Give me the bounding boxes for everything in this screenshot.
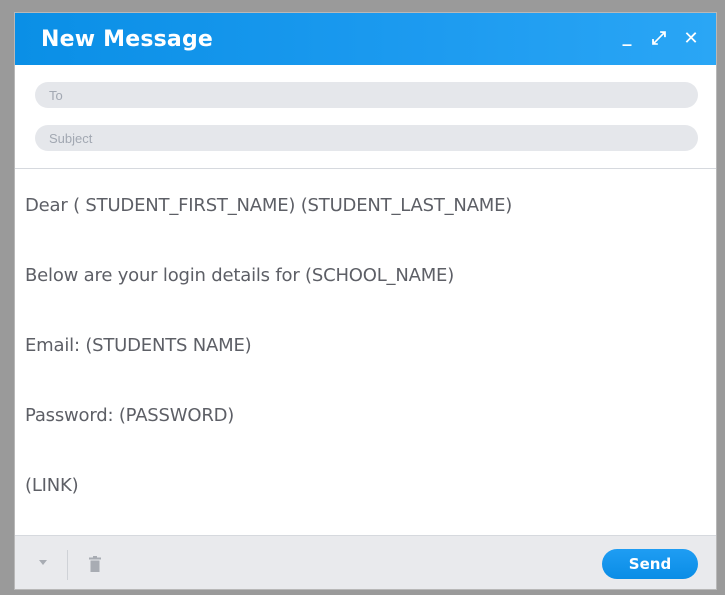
body-line-intro: Below are your login details for (SCHOOL… (25, 265, 455, 286)
title-bar: New Message _ ⤢ ✕ (15, 13, 716, 65)
body-line-password: Password: (PASSWORD) (25, 405, 235, 426)
compose-footer: Send (15, 535, 716, 589)
chevron-down-icon[interactable] (39, 560, 47, 565)
message-body[interactable]: Dear ( STUDENT_FIRST_NAME) (STUDENT_LAST… (15, 170, 716, 535)
footer-divider (67, 550, 68, 580)
trash-icon[interactable] (89, 556, 101, 572)
recipient-fields (15, 65, 716, 169)
minimize-icon[interactable]: _ (618, 28, 636, 46)
body-line-greeting: Dear ( STUDENT_FIRST_NAME) (STUDENT_LAST… (25, 195, 513, 216)
compose-window: New Message _ ⤢ ✕ Dear ( STUDENT_FIRST_N… (14, 12, 717, 590)
close-icon[interactable]: ✕ (682, 30, 700, 48)
window-title: New Message (41, 26, 214, 52)
to-field[interactable] (35, 82, 698, 108)
subject-field[interactable] (35, 125, 698, 151)
body-line-link: (LINK) (25, 475, 79, 496)
expand-icon[interactable]: ⤢ (650, 30, 668, 48)
body-line-email: Email: (STUDENTS NAME) (25, 335, 252, 356)
window-controls: _ ⤢ ✕ (618, 28, 700, 48)
send-button[interactable]: Send (602, 549, 698, 579)
